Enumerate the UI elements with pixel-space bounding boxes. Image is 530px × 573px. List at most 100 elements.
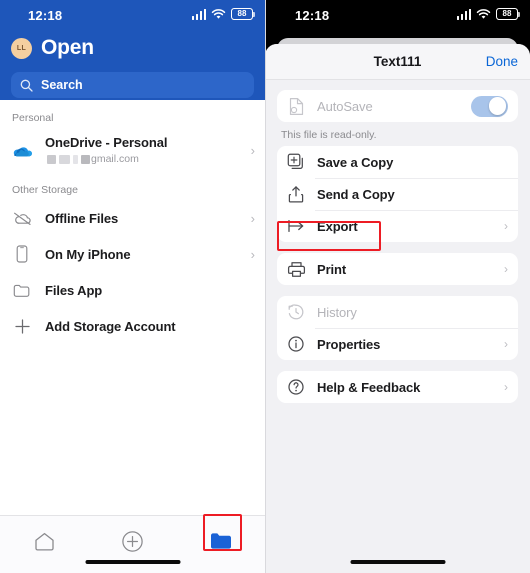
right-screen-file-menu: 12:18 88 Text111 Done AutoSave This file… (265, 0, 530, 573)
group-help: Help & Feedback › (277, 371, 518, 403)
chevron-right-icon: › (250, 246, 255, 262)
group-gap (277, 242, 518, 253)
avatar-initials: LL (16, 44, 27, 52)
read-only-note: This file is read-only. (281, 129, 377, 141)
dual-screenshot-root: 12:18 88 LL Open Search Personal OneDriv… (0, 0, 530, 573)
question-circle-icon (286, 378, 306, 396)
row-send-a-copy[interactable]: Send a Copy (277, 178, 518, 210)
save-copy-icon (286, 153, 306, 171)
list-item-files-app[interactable]: Files App (0, 272, 265, 308)
tab-new[interactable] (106, 526, 158, 556)
left-header: 12:18 88 LL Open Search (0, 0, 265, 100)
status-bar-left: 12:18 88 (0, 0, 265, 30)
folder-outline-icon (12, 283, 32, 298)
avatar[interactable]: LL (11, 37, 32, 59)
list-item-on-my-iphone[interactable]: On My iPhone › (0, 236, 265, 272)
chevron-right-icon: › (504, 337, 508, 351)
list-item-offline-files[interactable]: Offline Files › (0, 200, 265, 236)
chevron-right-icon: › (250, 142, 255, 158)
list-item-label: On My iPhone (45, 246, 131, 262)
autosave-toggle[interactable] (471, 95, 508, 117)
onedrive-text: OneDrive - Personal gmail.com (45, 135, 238, 165)
list-item-label: Offline Files (45, 210, 119, 226)
export-arrow-icon (286, 219, 306, 233)
redaction-block (73, 154, 78, 164)
row-help-feedback[interactable]: Help & Feedback › (277, 371, 518, 403)
row-label: Properties (317, 336, 381, 352)
group-autosave: AutoSave (277, 90, 518, 122)
list-item-label: Add Storage Account (45, 318, 176, 334)
list-item-onedrive-personal[interactable]: OneDrive - Personal gmail.com › (0, 128, 265, 172)
list-item-label: OneDrive - Personal (45, 135, 168, 150)
group-gap (277, 285, 518, 296)
tab-home[interactable] (18, 526, 70, 556)
wifi-icon (476, 8, 491, 19)
status-time: 12:18 (28, 8, 63, 23)
cellular-bars-icon (191, 8, 206, 20)
info-circle-icon (286, 335, 306, 353)
battery-indicator: 88 (231, 8, 256, 20)
iphone-icon (12, 245, 32, 263)
battery-percent: 88 (502, 9, 512, 18)
home-indicator (350, 560, 445, 564)
list-item-label: Files App (45, 282, 103, 298)
row-properties[interactable]: Properties › (277, 328, 518, 360)
row-export[interactable]: Export › (277, 210, 518, 242)
account-email-redacted: gmail.com (45, 153, 238, 165)
chevron-right-icon: › (504, 380, 508, 394)
sheet-content: AutoSave This file is read-only. Save a … (265, 80, 530, 403)
row-autosave[interactable]: AutoSave (277, 90, 518, 122)
search-input[interactable]: Search (11, 72, 254, 98)
row-print[interactable]: Print › (277, 253, 518, 285)
row-history[interactable]: History (277, 296, 518, 328)
onedrive-cloud-icon (12, 143, 32, 158)
search-icon (20, 79, 33, 92)
group-save-send-export: Save a Copy Send a Copy Export › (277, 146, 518, 242)
row-label: Send a Copy (317, 186, 395, 202)
wifi-icon (211, 8, 226, 19)
send-copy-icon (286, 185, 306, 204)
panel-divider (265, 0, 266, 573)
row-label: Print (317, 261, 347, 277)
battery-percent: 88 (237, 9, 247, 18)
bottom-tab-bar (0, 515, 265, 573)
status-indicators: 88 (191, 8, 256, 20)
row-label: Save a Copy (317, 154, 394, 170)
file-options-sheet: Text111 Done AutoSave This file is read-… (265, 44, 530, 573)
redaction-block (59, 154, 70, 164)
status-indicators: 88 (456, 8, 521, 20)
list-item-add-storage-account[interactable]: Add Storage Account (0, 308, 265, 344)
home-indicator (85, 560, 180, 564)
redaction-block (47, 154, 56, 164)
row-label: History (317, 304, 357, 320)
section-header-personal: Personal (12, 112, 54, 124)
row-save-a-copy[interactable]: Save a Copy (277, 146, 518, 178)
storage-list: Personal OneDrive - Personal gmail.com ›… (0, 100, 265, 344)
row-label: AutoSave (317, 98, 373, 114)
page-title: Open (41, 36, 94, 59)
tab-open[interactable] (195, 526, 247, 556)
battery-indicator: 88 (496, 8, 521, 20)
group-print: Print › (277, 253, 518, 285)
status-bar-right: 12:18 88 (265, 0, 530, 30)
title-row: LL Open (0, 30, 265, 64)
email-domain: gmail.com (91, 153, 139, 165)
clock-history-icon (286, 303, 306, 321)
plus-circle-icon (122, 530, 143, 552)
row-label: Help & Feedback (317, 379, 421, 395)
sheet-navbar: Text111 Done (265, 44, 530, 80)
cloud-slash-icon (12, 211, 32, 226)
autosave-document-icon (286, 97, 306, 116)
search-placeholder: Search (41, 78, 83, 92)
chevron-right-icon: › (504, 219, 508, 233)
row-label: Export (317, 218, 358, 234)
folder-icon (210, 533, 231, 549)
redaction-block (81, 154, 90, 164)
done-button[interactable]: Done (486, 54, 518, 69)
left-screen-open-files: 12:18 88 LL Open Search Personal OneDriv… (0, 0, 265, 573)
printer-icon (286, 261, 306, 278)
status-time: 12:18 (295, 8, 330, 23)
group-gap (277, 360, 518, 371)
cellular-bars-icon (456, 8, 471, 20)
group-history-properties: History Properties › (277, 296, 518, 360)
